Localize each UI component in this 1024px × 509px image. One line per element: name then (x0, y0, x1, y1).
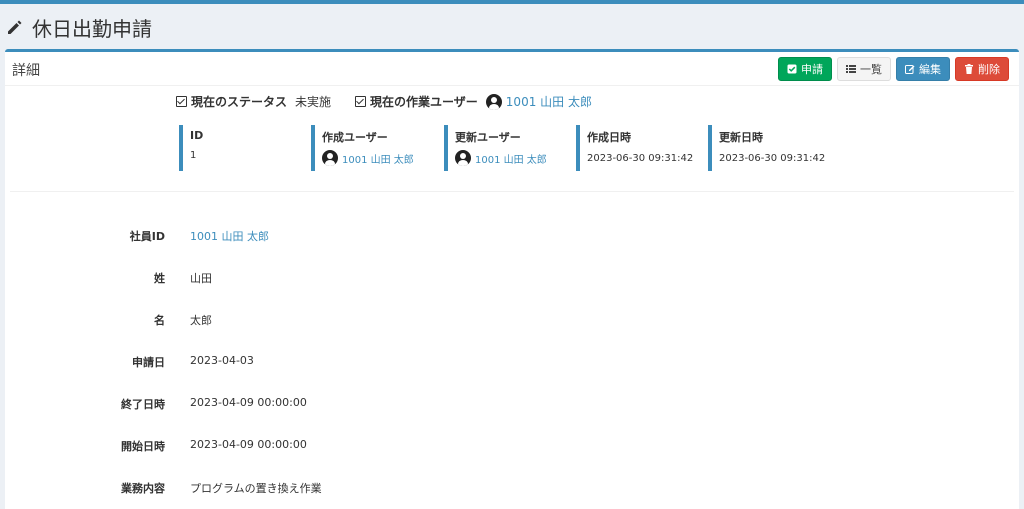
check-square-icon (787, 64, 797, 74)
field-value-work-content: プログラムの置き換え作業 (190, 482, 322, 495)
box-tools: 申請 一覧 編集 削除 (778, 57, 1009, 81)
top-accent-bar (0, 0, 1024, 4)
edit-button-label: 編集 (919, 63, 941, 76)
trash-icon (964, 64, 974, 74)
updated-by-user-link[interactable]: 1001 山田 太郎 (455, 150, 547, 166)
field-value-application-date: 2023-04-03 (190, 354, 254, 367)
checkbox-icon (355, 96, 367, 107)
meta-updated-at-value: 2023-06-30 09:31:42 (719, 153, 826, 164)
field-label-first-name: 名 (154, 314, 165, 327)
apply-button-label: 申請 (801, 63, 823, 76)
field-value-first-name: 太郎 (190, 314, 212, 327)
section-divider (10, 191, 1014, 192)
meta-updated-by-label: 更新ユーザー (455, 131, 521, 144)
status-value: 未実施 (295, 95, 332, 109)
status-label: 現在のステータス (191, 95, 288, 109)
apply-button[interactable]: 申請 (778, 57, 832, 81)
meta-updated-at-label: 更新日時 (719, 131, 763, 144)
meta-updated-by: 更新ユーザー 1001 山田 太郎 (444, 125, 569, 171)
user-avatar-icon (455, 150, 471, 166)
meta-created-at: 作成日時 2023-06-30 09:31:42 (576, 125, 701, 171)
meta-updated-at: 更新日時 2023-06-30 09:31:42 (708, 125, 833, 171)
field-label-work-content: 業務内容 (121, 482, 165, 495)
meta-created-at-value: 2023-06-30 09:31:42 (587, 153, 694, 164)
field-label-employee-id: 社員ID (129, 230, 165, 243)
list-icon (846, 64, 856, 74)
delete-button[interactable]: 削除 (955, 57, 1009, 81)
field-label-last-name: 姓 (154, 272, 165, 285)
detail-box: 詳細 申請 一覧 編集 削除 現在のステータス 未実施 現在の作業ユーザー 10… (5, 49, 1019, 509)
page-header: 休日出勤申請 (6, 12, 152, 42)
pencil-icon (6, 18, 24, 36)
field-value-end-datetime: 2023-04-09 00:00:00 (190, 396, 307, 409)
updated-by-user-name: 1001 山田 太郎 (475, 154, 547, 166)
list-button-label: 一覧 (860, 63, 882, 76)
field-value-last-name: 山田 (190, 272, 212, 285)
checkbox-icon (176, 96, 187, 107)
edit-icon (905, 64, 915, 74)
meta-created-by-label: 作成ユーザー (322, 131, 388, 144)
worker-user-link[interactable]: 1001 山田 太郎 (485, 93, 592, 110)
created-by-user-name: 1001 山田 太郎 (342, 154, 414, 166)
page-title: 休日出勤申請 (32, 16, 152, 41)
delete-button-label: 削除 (978, 63, 1000, 76)
worker-label: 現在の作業ユーザー (370, 95, 478, 109)
edit-button[interactable]: 編集 (896, 57, 950, 81)
field-label-end-datetime: 終了日時 (121, 398, 165, 411)
field-value-employee-id[interactable]: 1001 山田 太郎 (190, 228, 269, 244)
list-button[interactable]: 一覧 (837, 57, 891, 81)
meta-id: ID 1 (179, 125, 299, 171)
field-value-start-datetime: 2023-04-09 00:00:00 (190, 438, 307, 451)
meta-created-at-label: 作成日時 (587, 131, 631, 144)
meta-id-label: ID (190, 129, 204, 142)
box-title: 詳細 (12, 63, 40, 79)
meta-created-by: 作成ユーザー 1001 山田 太郎 (311, 125, 436, 171)
box-header: 詳細 申請 一覧 編集 削除 (5, 52, 1019, 86)
created-by-user-link[interactable]: 1001 山田 太郎 (322, 150, 414, 166)
field-label-application-date: 申請日 (132, 356, 165, 369)
user-avatar-icon (322, 150, 338, 166)
meta-id-value: 1 (190, 150, 197, 161)
worker-user-name: 1001 山田 太郎 (505, 95, 592, 109)
status-row: 現在のステータス 未実施 現在の作業ユーザー 1001 山田 太郎 (176, 93, 592, 110)
user-avatar-icon (485, 93, 502, 110)
field-label-start-datetime: 開始日時 (121, 440, 165, 453)
